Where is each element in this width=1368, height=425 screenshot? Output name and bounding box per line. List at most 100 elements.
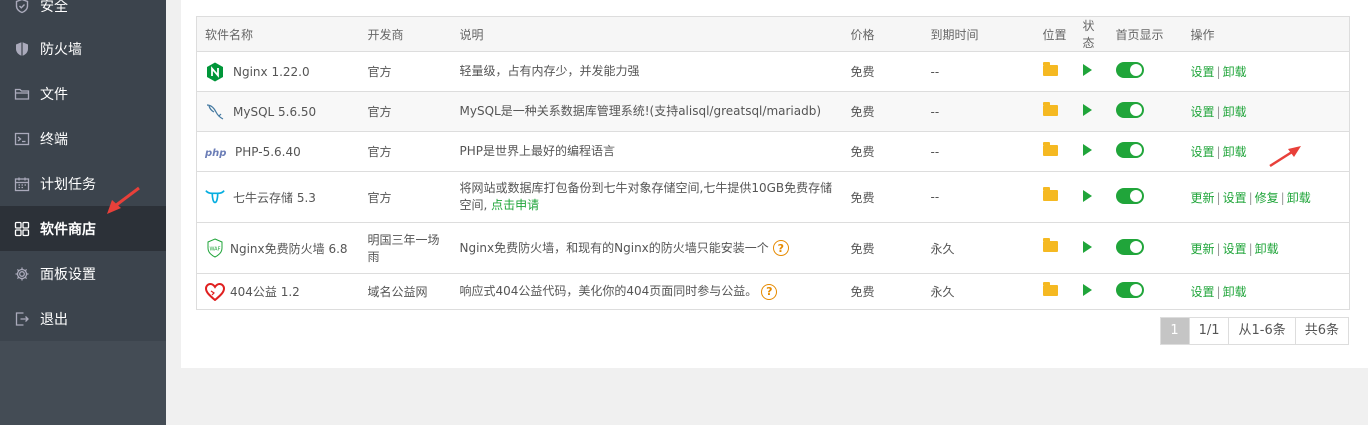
col-header-homepage: 首页显示 bbox=[1107, 16, 1183, 52]
update-link[interactable]: 更新 bbox=[1191, 191, 1215, 205]
settings-link[interactable]: 设置 bbox=[1191, 65, 1215, 79]
cell-desc: MySQL是一种关系数据库管理系统!(支持alisql/greatsql/mar… bbox=[451, 91, 843, 132]
update-link[interactable]: 更新 bbox=[1191, 242, 1215, 256]
sidebar-item-firewall[interactable]: 防火墙 bbox=[0, 26, 166, 71]
annotation-arrow-icon bbox=[107, 186, 140, 214]
firewall-shield-icon bbox=[14, 41, 30, 57]
software-name[interactable]: Nginx 1.22.0 bbox=[233, 65, 310, 79]
sidebar-item-terminal[interactable]: 终端 bbox=[0, 116, 166, 161]
homepage-toggle[interactable] bbox=[1115, 282, 1144, 298]
cell-location bbox=[1034, 273, 1075, 310]
settings-link[interactable]: 设置 bbox=[1191, 105, 1215, 119]
cell-ops: 更新 | 设置 | 卸载 bbox=[1182, 222, 1350, 274]
terminal-icon bbox=[14, 131, 30, 147]
folder-icon bbox=[14, 86, 30, 102]
software-name[interactable]: MySQL 5.6.50 bbox=[233, 105, 316, 119]
qiniu-icon bbox=[205, 187, 225, 207]
logout-icon bbox=[14, 311, 30, 327]
folder-open-icon[interactable] bbox=[1042, 238, 1058, 252]
homepage-toggle[interactable] bbox=[1115, 238, 1144, 255]
table-row: MySQL 5.6.50 官方 MySQL是一种关系数据库管理系统!(支持ali… bbox=[196, 91, 1350, 132]
settings-link[interactable]: 设置 bbox=[1223, 242, 1247, 256]
cell-name: MySQL 5.6.50 bbox=[196, 91, 360, 132]
cell-name: Nginx 1.22.0 bbox=[196, 51, 360, 92]
uninstall-link[interactable]: 卸载 bbox=[1255, 242, 1279, 256]
software-name[interactable]: 七牛云存储 5.3 bbox=[233, 189, 316, 206]
cell-price: 免费 bbox=[842, 222, 923, 274]
svg-text:WAF: WAF bbox=[210, 247, 221, 253]
uninstall-link[interactable]: 卸载 bbox=[1223, 105, 1247, 119]
cell-name: 七牛云存储 5.3 bbox=[196, 171, 360, 223]
folder-open-icon[interactable] bbox=[1042, 141, 1058, 156]
cell-desc: 将网站或数据库打包备份到七牛对象存储空间,七牛提供10GB免费存储空间, 点击申… bbox=[451, 171, 843, 223]
table-row: 七牛云存储 5.3 官方 将网站或数据库打包备份到七牛对象存储空间,七牛提供10… bbox=[196, 171, 1350, 223]
sidebar-item-label: 文件 bbox=[40, 86, 68, 103]
page-total: 共6条 bbox=[1294, 318, 1348, 344]
page-count: 1/1 bbox=[1188, 318, 1229, 344]
cell-expire: -- bbox=[922, 131, 1035, 172]
cell-status bbox=[1074, 51, 1108, 92]
settings-link[interactable]: 设置 bbox=[1191, 145, 1215, 159]
cell-desc: 轻量级，占有内存少，并发能力强 bbox=[451, 51, 843, 92]
help-icon[interactable]: ? bbox=[772, 240, 789, 256]
play-status-icon[interactable] bbox=[1082, 144, 1092, 156]
software-name[interactable]: 404公益 1.2 bbox=[230, 283, 300, 300]
help-icon[interactable]: ? bbox=[761, 283, 778, 300]
waf-icon: WAF bbox=[205, 238, 225, 258]
uninstall-link[interactable]: 卸载 bbox=[1223, 65, 1247, 79]
cell-price: 免费 bbox=[842, 131, 923, 172]
play-status-icon[interactable] bbox=[1082, 284, 1092, 296]
sidebar: 安全 防火墙 文件 终端 计划任务 软件商店 面板设置 退出 bbox=[0, 0, 166, 425]
cell-expire: 永久 bbox=[922, 273, 1035, 310]
cell-homepage bbox=[1107, 51, 1183, 92]
play-status-icon[interactable] bbox=[1082, 104, 1092, 116]
play-status-icon[interactable] bbox=[1082, 189, 1092, 202]
sidebar-item-cron[interactable]: 计划任务 bbox=[0, 161, 166, 206]
cell-desc: Nginx免费防火墙，和现有的Nginx的防火墙只能安装一个? bbox=[451, 222, 843, 274]
play-status-icon[interactable] bbox=[1082, 64, 1092, 76]
folder-open-icon[interactable] bbox=[1042, 281, 1058, 296]
play-status-icon[interactable] bbox=[1082, 240, 1092, 253]
homepage-toggle[interactable] bbox=[1115, 62, 1144, 78]
software-name[interactable]: Nginx免费防火墙 6.8 bbox=[230, 240, 348, 257]
php-icon: php bbox=[205, 142, 227, 162]
uninstall-link[interactable]: 卸载 bbox=[1223, 285, 1247, 299]
col-header-location: 位置 bbox=[1034, 16, 1075, 52]
nginx-icon bbox=[205, 62, 225, 82]
sidebar-footer bbox=[0, 341, 166, 425]
table-row: WAF Nginx免费防火墙 6.8 明国三年一场雨 Nginx免费防火墙，和现… bbox=[196, 222, 1350, 274]
sidebar-item-panel-settings[interactable]: 面板设置 bbox=[0, 251, 166, 296]
homepage-toggle[interactable] bbox=[1115, 187, 1144, 204]
cell-ops: 更新 | 设置 | 修复 | 卸载 bbox=[1182, 171, 1350, 223]
table-row: Nginx 1.22.0 官方 轻量级，占有内存少，并发能力强 免费 -- 设置… bbox=[196, 51, 1350, 92]
cell-desc: PHP是世界上最好的编程语言 bbox=[451, 131, 843, 172]
repair-link[interactable]: 修复 bbox=[1255, 191, 1279, 205]
apply-link[interactable]: 点击申请 bbox=[491, 198, 539, 212]
folder-open-icon[interactable] bbox=[1042, 61, 1058, 76]
folder-open-icon[interactable] bbox=[1042, 101, 1058, 116]
heart-404-icon bbox=[205, 282, 225, 302]
homepage-toggle[interactable] bbox=[1115, 102, 1144, 118]
uninstall-link[interactable]: 卸载 bbox=[1223, 145, 1247, 159]
cell-developer: 明国三年一场雨 bbox=[359, 222, 452, 274]
cell-expire: -- bbox=[922, 91, 1035, 132]
settings-link[interactable]: 设置 bbox=[1223, 191, 1247, 205]
sidebar-item-label: 终端 bbox=[40, 131, 68, 148]
sidebar-item-security[interactable]: 安全 bbox=[0, 0, 166, 28]
col-header-desc: 说明 bbox=[451, 16, 843, 52]
uninstall-link[interactable]: 卸载 bbox=[1287, 191, 1311, 205]
folder-open-icon[interactable] bbox=[1042, 187, 1058, 201]
page-current[interactable]: 1 bbox=[1160, 318, 1189, 344]
settings-link[interactable]: 设置 bbox=[1191, 285, 1215, 299]
cell-expire: 永久 bbox=[922, 222, 1035, 274]
sidebar-item-logout[interactable]: 退出 bbox=[0, 296, 166, 341]
software-store-panel: 软件名称 开发商 说明 价格 到期时间 位置 状态 首页显示 操作 Nginx … bbox=[181, 0, 1368, 368]
software-name[interactable]: PHP-5.6.40 bbox=[235, 145, 301, 159]
homepage-toggle[interactable] bbox=[1115, 142, 1144, 158]
sidebar-item-software-store[interactable]: 软件商店 bbox=[0, 206, 166, 251]
sidebar-item-label: 退出 bbox=[40, 311, 68, 328]
sidebar-item-files[interactable]: 文件 bbox=[0, 71, 166, 116]
software-table: 软件名称 开发商 说明 价格 到期时间 位置 状态 首页显示 操作 Nginx … bbox=[196, 16, 1350, 310]
cell-developer: 官方 bbox=[359, 131, 452, 172]
col-header-name: 软件名称 bbox=[196, 16, 360, 52]
